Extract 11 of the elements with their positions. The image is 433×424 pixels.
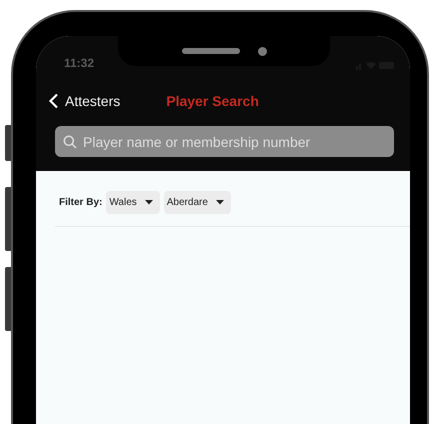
status-time: 11:32 <box>64 56 94 70</box>
caret-icon <box>216 200 224 205</box>
search-icon <box>63 135 77 149</box>
caret-icon <box>144 200 153 205</box>
back-button[interactable]: Attesters <box>48 93 120 109</box>
filter-label: Filter By: <box>59 197 102 208</box>
filter-dropdown[interactable]: Wales <box>106 191 160 214</box>
search-field[interactable]: Player name or membership number <box>55 126 394 157</box>
screen-title: Player Search <box>166 93 259 109</box>
filter-dropdown[interactable]: Aberdare <box>164 191 231 214</box>
chevron-left-icon <box>48 93 59 109</box>
